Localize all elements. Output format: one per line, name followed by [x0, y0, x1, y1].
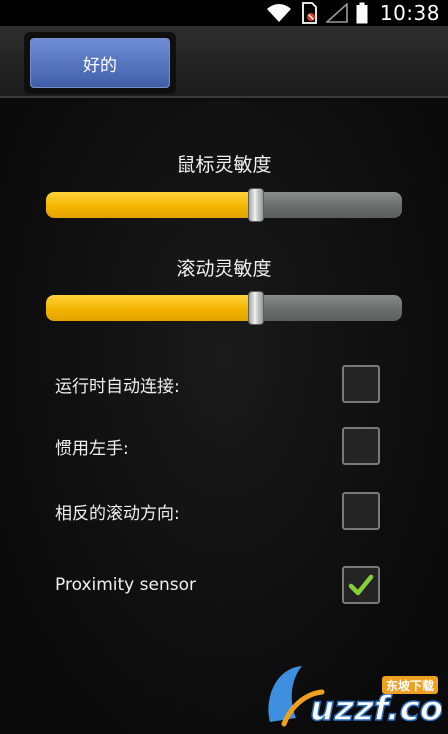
- option-label: 相反的滚动方向:: [55, 503, 180, 524]
- option-reverse-scroll: 相反的滚动方向:: [0, 489, 448, 533]
- status-icons: 10:38: [266, 0, 448, 26]
- option-auto-connect: 运行时自动连接:: [0, 362, 448, 406]
- slider-track: [46, 192, 402, 218]
- slider-fill: [46, 295, 257, 321]
- wifi-icon: [266, 3, 292, 23]
- reverse-scroll-checkbox[interactable]: [342, 492, 380, 530]
- slider-thumb[interactable]: [248, 188, 265, 222]
- option-label: 惯用左手:: [55, 438, 129, 459]
- signal-icon: [325, 3, 348, 23]
- no-sim-icon: [300, 2, 318, 24]
- status-bar: 10:38: [0, 0, 448, 26]
- left-handed-checkbox[interactable]: [342, 427, 380, 465]
- option-label: 运行时自动连接:: [55, 376, 180, 397]
- uzzf-watermark-logo: uzzf.com 东坡下载: [262, 658, 448, 730]
- option-label: Proximity sensor: [55, 575, 196, 595]
- auto-connect-checkbox[interactable]: [342, 365, 380, 403]
- mouse-sensitivity-label: 鼠标灵敏度: [176, 154, 272, 176]
- ok-button[interactable]: 好的: [30, 38, 170, 88]
- mouse-sensitivity-slider[interactable]: [46, 188, 402, 222]
- option-left-handed: 惯用左手:: [0, 424, 448, 468]
- option-proximity-sensor: Proximity sensor: [0, 563, 448, 607]
- svg-text:东坡下载: 东坡下载: [386, 678, 434, 693]
- slider-thumb[interactable]: [248, 291, 265, 325]
- action-bar: 好的: [0, 26, 448, 98]
- proximity-sensor-checkbox[interactable]: [342, 566, 380, 604]
- scroll-sensitivity-slider[interactable]: [46, 291, 402, 325]
- svg-text:uzzf.com: uzzf.com: [310, 689, 442, 729]
- battery-icon: [356, 2, 368, 24]
- status-clock: 10:38: [379, 1, 440, 25]
- ok-button-frame: 好的: [24, 32, 176, 94]
- settings-content: 鼠标灵敏度 滚动灵敏度 运行时自动连接: 惯用左手: 相反的滚动方向: Prox…: [0, 100, 448, 734]
- scroll-sensitivity-label: 滚动灵敏度: [176, 258, 272, 280]
- slider-fill: [46, 192, 257, 218]
- slider-track: [46, 295, 402, 321]
- check-icon: [348, 574, 374, 596]
